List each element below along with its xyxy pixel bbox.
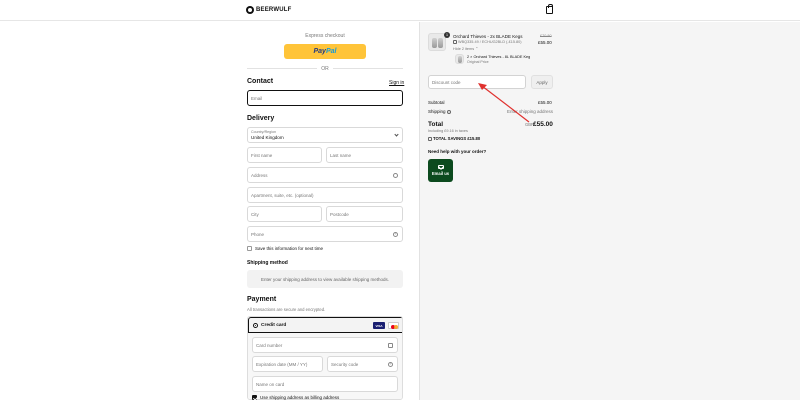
sub-item-title: 2 × Orchard Thieves - 8L BLADE Keg (467, 55, 531, 59)
country-value: United Kingdom (251, 134, 284, 140)
first-name-placeholder: First name (251, 152, 273, 158)
express-checkout-label: Express checkout (305, 33, 345, 39)
quantity-badge: 1 (444, 32, 450, 38)
visa-icon: VISA (373, 322, 385, 329)
or-divider: OR (247, 65, 403, 72)
contact-heading: Contact (247, 78, 274, 85)
expiration-field[interactable]: Expiration date (MM / YY) (252, 356, 323, 372)
subtotal-label: Subtotal (428, 100, 445, 105)
apartment-field[interactable]: Apartment, suite, etc. (optional) (247, 187, 403, 203)
security-code-placeholder: Security code (331, 361, 359, 367)
email-us-label: Email us (431, 171, 450, 176)
mail-icon (437, 165, 444, 169)
hide-items-toggle[interactable]: Hide 2 items ⌃ (453, 46, 478, 51)
card-number-placeholder: Card number (256, 342, 283, 348)
top-header: BEERWULF (0, 0, 800, 21)
save-info-checkbox[interactable] (247, 246, 252, 251)
shipping-value: Enter shipping address (507, 109, 554, 114)
address-placeholder: Address (251, 172, 268, 178)
help-icon[interactable]: ? (388, 362, 393, 367)
save-info-label: Save this information for next time (255, 246, 324, 251)
shipping-method-notice: Enter your shipping address to view avai… (247, 270, 403, 288)
help-heading: Need help with your order? (428, 149, 487, 154)
shipping-method-message: Enter your shipping address to view avai… (260, 276, 390, 282)
total-savings: TOTAL SAVINGS £15.80 (428, 136, 480, 141)
postcode-field[interactable]: Postcode (326, 206, 403, 222)
expiration-placeholder: Expiration date (MM / YY) (256, 361, 308, 367)
credit-card-radio[interactable] (253, 323, 258, 328)
help-icon[interactable]: ? (393, 232, 398, 237)
payment-subtitle: All transactions are secure and encrypte… (247, 307, 326, 312)
city-placeholder: City (251, 211, 259, 217)
credit-card-option[interactable]: Credit card VISA (248, 317, 402, 333)
total-value: £55.00 (533, 121, 553, 128)
email-placeholder: Email (251, 95, 263, 101)
billing-same-label: Use shipping address as billing address (260, 395, 340, 400)
original-price: £70.80 (540, 34, 552, 38)
chevron-up-icon: ⌃ (475, 47, 479, 51)
brand-name: BEERWULF (256, 7, 292, 13)
paypal-button[interactable]: Pay Pal (284, 44, 366, 59)
apartment-placeholder: Apartment, suite, etc. (optional) (251, 192, 314, 198)
discount-code-input[interactable]: Discount code (428, 75, 526, 89)
product-title: Orchard Thieves - 2x BLADE Kegs (453, 34, 523, 39)
sub-item-thumbnail (455, 54, 464, 64)
item-price: £55.00 (538, 40, 552, 45)
tag-icon (428, 136, 432, 141)
subtotal-value: £55.00 (538, 100, 552, 105)
tax-note: Including £9.16 in taxes (428, 129, 468, 133)
tag-icon (453, 40, 457, 44)
name-on-card-field[interactable]: Name on card (252, 376, 398, 392)
shipping-method-heading: Shipping method (247, 260, 288, 266)
address-field[interactable]: Address (247, 167, 403, 183)
brand-logo[interactable]: BEERWULF (246, 6, 292, 14)
phone-placeholder: Phone (251, 231, 265, 237)
last-name-field[interactable]: Last name (326, 147, 403, 163)
billing-same-checkbox[interactable] (252, 395, 257, 400)
name-on-card-placeholder: Name on card (256, 381, 285, 387)
postcode-placeholder: Postcode (330, 211, 349, 217)
first-name-field[interactable]: First name (247, 147, 322, 163)
security-code-field[interactable]: Security code ? (327, 356, 398, 372)
last-name-placeholder: Last name (330, 152, 352, 158)
phone-field[interactable]: Phone ? (247, 226, 403, 242)
card-number-field[interactable]: Card number (252, 337, 398, 353)
lock-icon (388, 343, 393, 348)
search-icon (393, 173, 398, 178)
delivery-heading: Delivery (247, 115, 275, 122)
total-label: Total (428, 121, 444, 128)
city-field[interactable]: City (247, 206, 322, 222)
shopping-bag-icon[interactable] (546, 4, 553, 14)
country-label: Country/Region (251, 130, 276, 134)
product-discount-code: WBQ335.49 / ECHUG2BLD (-£15.80) (453, 40, 522, 44)
help-icon[interactable] (446, 109, 451, 114)
wolf-logo-icon (246, 6, 254, 14)
discount-placeholder: Discount code (432, 79, 461, 85)
credit-card-label: Credit card (261, 323, 287, 328)
sub-item-note: Original Price (467, 60, 489, 64)
email-us-button[interactable]: Email us (428, 159, 453, 182)
sign-in-link[interactable]: Sign in (389, 80, 404, 86)
shipping-label: Shipping (428, 109, 451, 114)
payment-heading: Payment (247, 296, 277, 303)
mastercard-icon (388, 322, 399, 329)
country-select[interactable]: Country/Region United Kingdom (247, 127, 403, 143)
apply-discount-button[interactable]: Apply (531, 75, 553, 89)
email-field[interactable]: Email (247, 90, 403, 106)
or-label: OR (321, 65, 329, 72)
